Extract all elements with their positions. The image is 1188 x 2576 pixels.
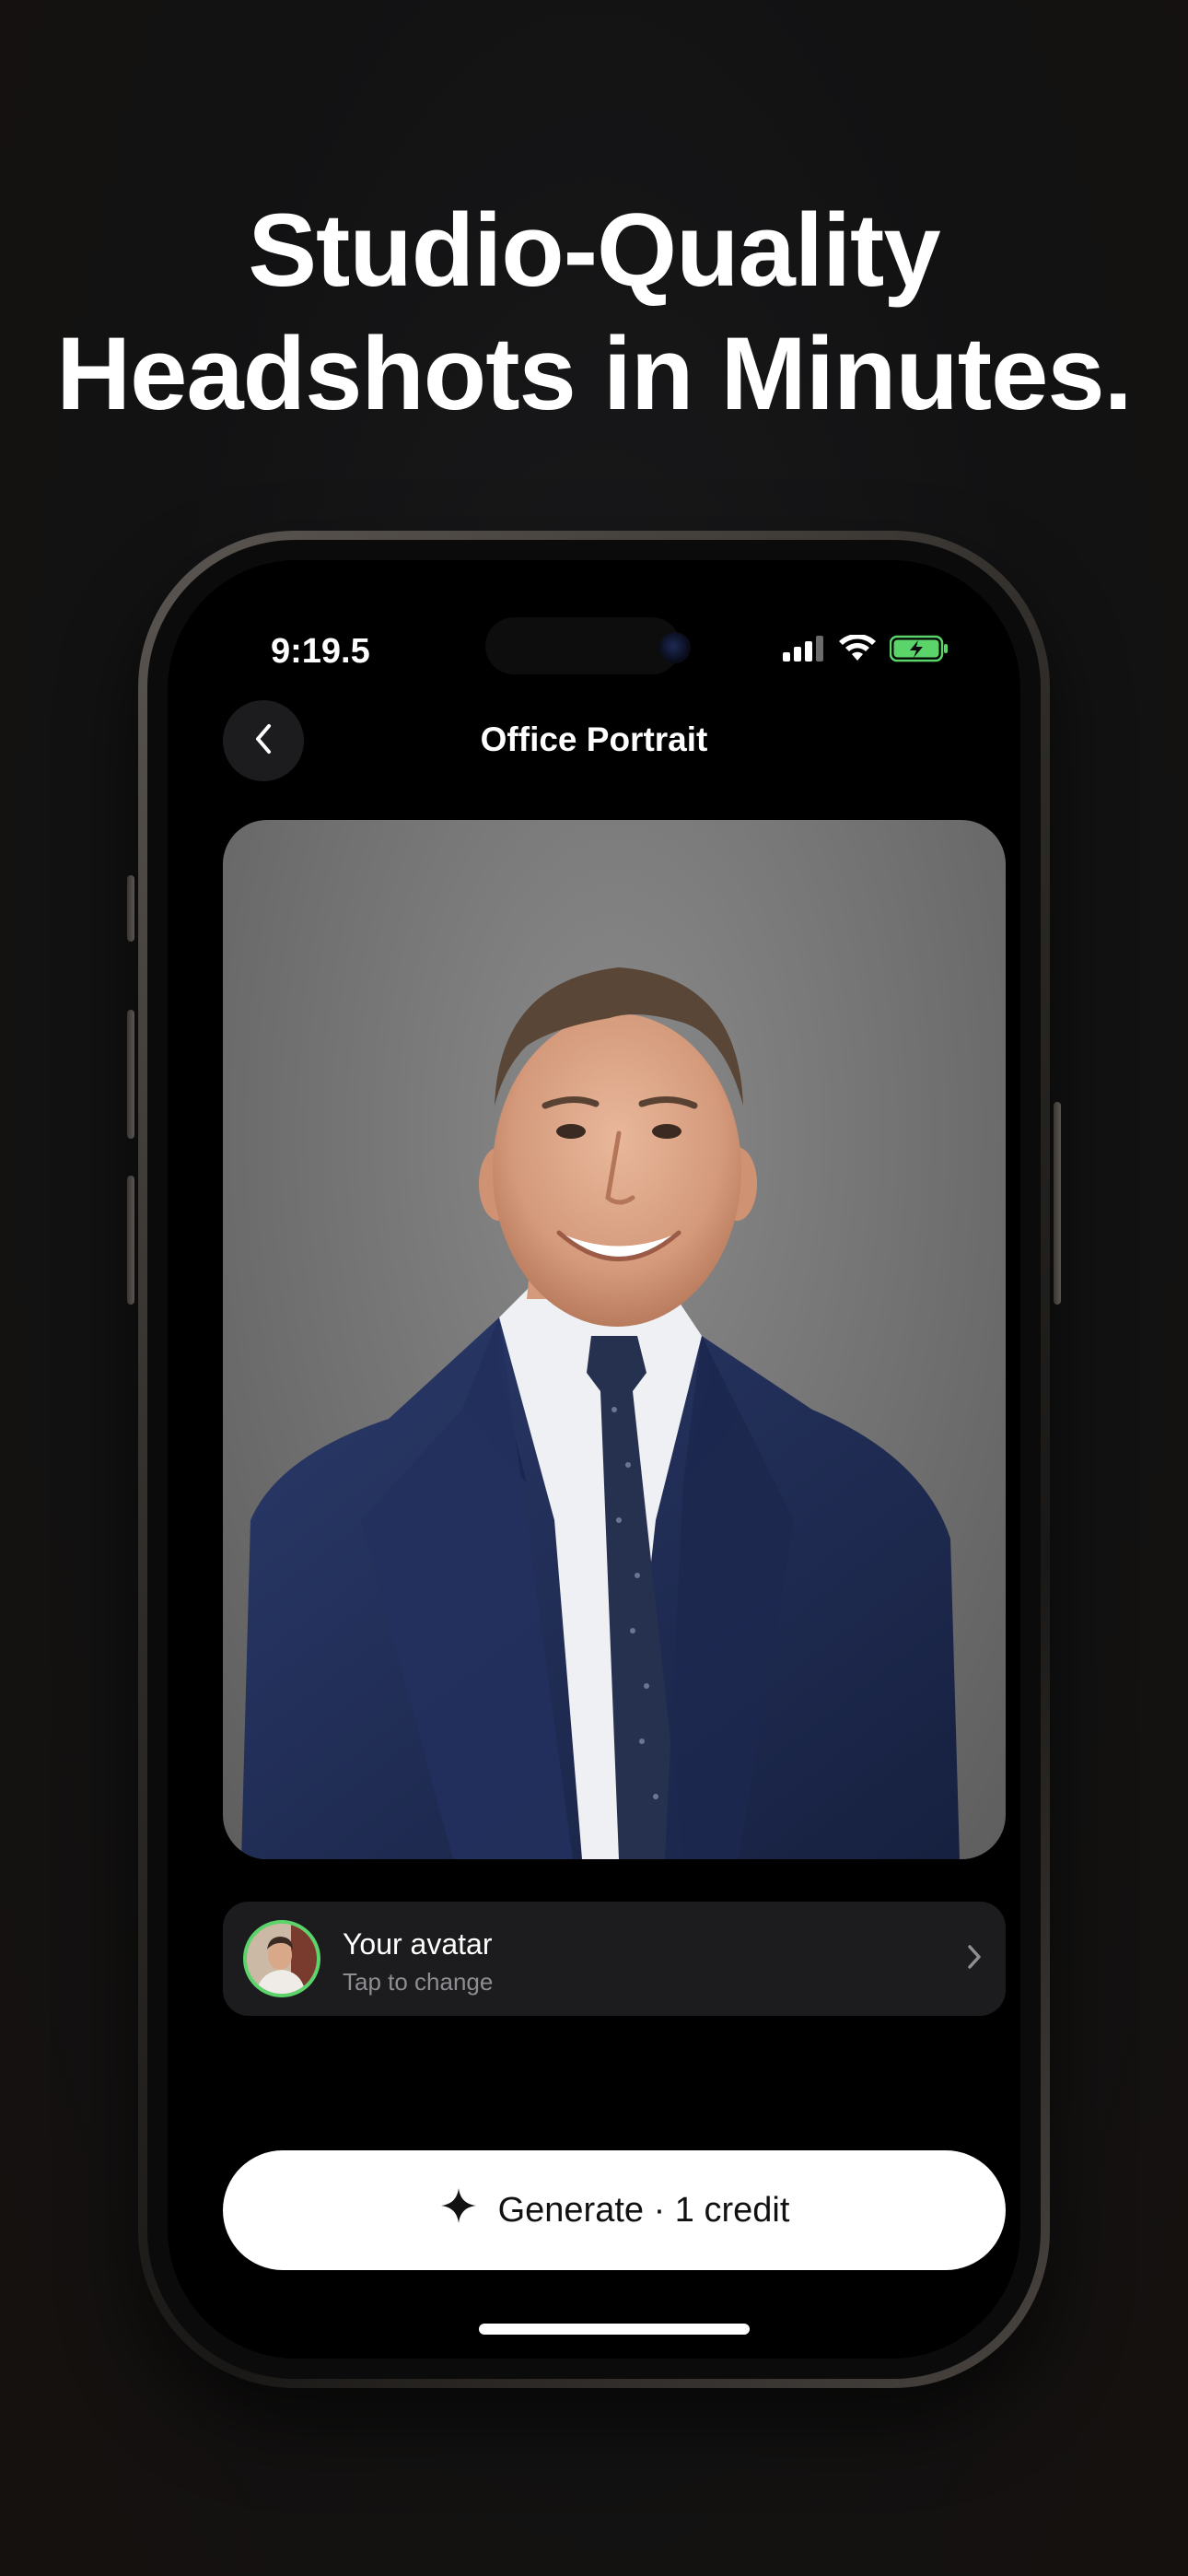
generate-label: Generate · 1 credit — [497, 2190, 790, 2230]
home-indicator[interactable] — [479, 2324, 750, 2335]
portrait-preview-image — [223, 820, 1006, 1859]
headline-line-2: Headshots in Minutes. — [56, 316, 1133, 431]
signal-icon — [783, 635, 825, 666]
portrait-illustration — [241, 967, 960, 1859]
page-title: Office Portrait — [480, 720, 708, 758]
phone-bezel: 9:19.5 Office Portrait Your avatar Tap t… — [147, 540, 1041, 2379]
avatar-subtitle: Tap to change — [343, 1968, 494, 1996]
avatar-title: Your avatar — [343, 1927, 493, 1961]
action-button — [127, 875, 134, 942]
battery-charging-icon — [889, 635, 949, 667]
avatar — [243, 1920, 320, 1997]
phone-frame: 9:19.5 Office Portrait Your avatar Tap t… — [127, 531, 1061, 2388]
status-time: 9:19.5 — [271, 632, 370, 671]
app-screen: 9:19.5 Office Portrait Your avatar Tap t… — [168, 560, 1020, 2359]
dynamic-island — [485, 617, 681, 674]
headline-line-1: Studio-Quality — [248, 193, 940, 308]
generate-button[interactable]: Generate · 1 credit — [223, 2150, 1006, 2270]
marketing-headline: Studio-Quality Headshots in Minutes. — [0, 189, 1188, 436]
sparkle-icon — [439, 2186, 478, 2234]
volume-up-button — [127, 1010, 134, 1139]
power-button — [1054, 1102, 1061, 1305]
front-camera — [659, 632, 691, 663]
volume-down-button — [127, 1176, 134, 1305]
chevron-right-icon — [963, 1938, 985, 1980]
status-icons — [783, 633, 949, 667]
wifi-icon — [838, 633, 877, 667]
avatar-selector[interactable]: Your avatar Tap to change — [223, 1902, 1006, 2016]
